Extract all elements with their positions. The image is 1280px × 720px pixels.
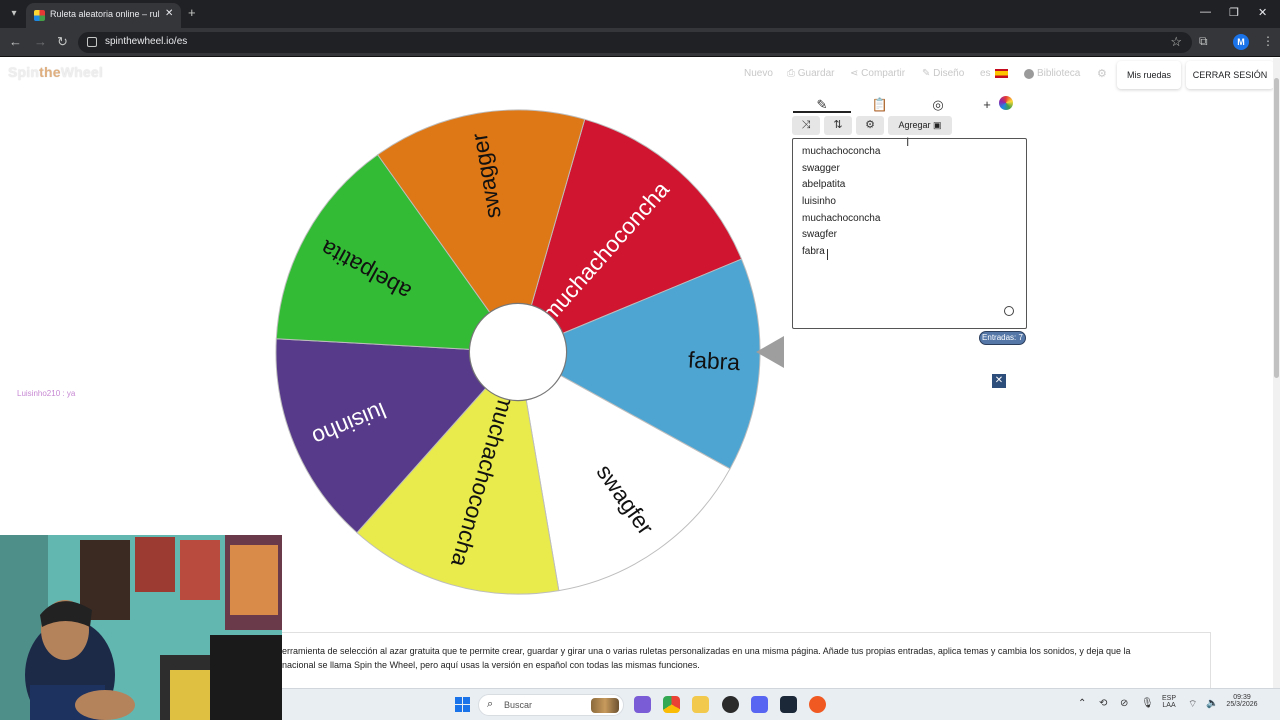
steam-icon[interactable] — [780, 696, 797, 713]
add-image-button[interactable]: Agregar ▣ — [888, 116, 952, 135]
nav-share[interactable]: ⋖ Compartir — [850, 68, 905, 79]
description-line-2: nacional se llama Spin the Wheel, pero a… — [282, 660, 700, 670]
tray-chevron-icon[interactable]: ⌃ — [1078, 698, 1086, 709]
reload-icon[interactable]: ↻ — [57, 34, 68, 50]
entry-line[interactable]: swagfer — [802, 229, 837, 240]
speaker-icon[interactable]: 🔈 — [1206, 698, 1218, 709]
entry-line[interactable]: muchachoconcha — [802, 146, 880, 157]
logo-text-wheel: Wheel — [60, 64, 103, 80]
nav-new[interactable]: Nuevo — [744, 68, 773, 79]
nav-design[interactable]: ✎ Diseño — [922, 68, 964, 79]
search-highlight-image — [591, 698, 619, 713]
my-wheels-button[interactable]: Mis ruedas — [1117, 61, 1181, 89]
forward-icon[interactable]: → — [34, 34, 47, 49]
site-logo[interactable]: SpintheWheel — [8, 64, 103, 80]
spin-wheel[interactable]: muchachoconchafabraswagfermuchachoconcha… — [270, 104, 766, 600]
nav-save[interactable]: ⎙ Guardar — [787, 68, 834, 79]
wifi-icon[interactable]: ⌔ — [1188, 698, 1197, 711]
browser-menu-icon[interactable]: ⋮ — [1262, 34, 1274, 48]
chrome-icon[interactable] — [663, 696, 680, 713]
nav-save-label: Guardar — [797, 68, 835, 79]
address-bar[interactable]: spinthewheel.io/es ☆ — [78, 32, 1192, 53]
ea-app-icon[interactable] — [809, 696, 826, 713]
browser-tab-bar: ▾ Ruleta aleatoria online – ruleta ✕ + —… — [0, 0, 1280, 28]
logo-text-spin: Spin — [8, 64, 40, 80]
logo-text-the: the — [39, 64, 61, 80]
nav-language[interactable]: es — [980, 68, 991, 79]
page-scrollbar[interactable] — [1273, 58, 1280, 688]
webcam-overlay — [0, 535, 282, 720]
browser-toolbar: ← → ↻ spinthewheel.io/es ☆ ⧉ M ⋮ — [0, 28, 1280, 57]
entry-line[interactable]: muchachoconcha — [802, 213, 880, 224]
close-x-icon[interactable]: ✕ — [992, 374, 1006, 388]
file-explorer-icon[interactable] — [692, 696, 709, 713]
sort-icon[interactable]: ⇅ — [824, 116, 852, 135]
clock[interactable]: 09:39 25/3/2026 — [1222, 694, 1262, 708]
stream-chat-message: Luisinho210 : ya — [17, 389, 76, 398]
shuffle-icon[interactable]: ⤨ — [792, 116, 820, 135]
wheel-pointer-icon — [756, 336, 784, 368]
site-favicon-icon — [34, 10, 45, 21]
clock-date: 25/3/2026 — [1226, 701, 1258, 708]
windows-start-icon[interactable] — [455, 697, 470, 712]
maximize-icon[interactable]: ❐ — [1229, 6, 1239, 19]
active-tab-indicator — [793, 111, 851, 113]
description-line-1: erramienta de selección al azar gratuita… — [282, 646, 1131, 656]
hide-eye-icon[interactable]: ◎ — [918, 95, 958, 117]
emoji-smiley-icon[interactable] — [1004, 306, 1014, 316]
clock-time: 09:39 — [1233, 694, 1251, 701]
back-icon[interactable]: ← — [9, 34, 22, 49]
discord-icon[interactable] — [751, 696, 768, 713]
wheel-center-hub — [468, 302, 568, 402]
entries-textarea[interactable]: muchachoconcha swagger abelpatita luisin… — [792, 138, 1027, 329]
language-code: ESP — [1162, 695, 1177, 702]
bookmark-star-icon[interactable]: ☆ — [1170, 34, 1182, 50]
logout-button[interactable]: CERRAR SESIÓN — [1186, 61, 1274, 89]
text-cursor-icon: I — [906, 135, 910, 149]
nav-design-label: Diseño — [933, 68, 965, 79]
tray-app-icon[interactable]: ⟲ — [1099, 698, 1107, 709]
settings-gear-icon[interactable]: ⚙ — [856, 116, 884, 135]
profile-avatar[interactable]: M — [1233, 34, 1249, 50]
close-tab-icon[interactable]: ✕ — [165, 8, 173, 19]
extensions-icon[interactable]: ⧉ — [1199, 34, 1208, 49]
tab-title: Ruleta aleatoria online – ruleta — [50, 9, 160, 19]
wheel-segment-label: fabra — [687, 346, 741, 375]
tab-search-icon[interactable]: ▾ — [6, 6, 22, 22]
library-globe-icon — [1024, 69, 1034, 79]
new-tab-icon[interactable]: + — [188, 5, 196, 20]
scrollbar-thumb[interactable] — [1274, 78, 1279, 378]
entry-line[interactable]: abelpatita — [802, 179, 845, 190]
entry-line[interactable]: luisinho — [802, 196, 836, 207]
window-close-icon[interactable]: ✕ — [1258, 6, 1267, 19]
url-text[interactable]: spinthewheel.io/es — [105, 36, 187, 47]
nav-library[interactable]: Biblioteca — [1037, 68, 1080, 79]
entries-count-badge: Entradas: 7 — [979, 331, 1026, 345]
browser-tab[interactable]: Ruleta aleatoria online – ruleta ✕ — [26, 3, 181, 28]
nav-share-label: Compartir — [861, 68, 906, 79]
entry-line[interactable]: swagger — [802, 163, 840, 174]
site-info-icon[interactable] — [87, 37, 97, 47]
keyboard-language[interactable]: ESP LAA — [1162, 695, 1176, 709]
clipboard-icon[interactable]: 📋 — [860, 95, 900, 117]
color-wheel-icon[interactable] — [999, 96, 1013, 110]
language-layout: LAA — [1162, 702, 1176, 709]
taskbar-search-placeholder: Buscar — [504, 700, 533, 710]
site-description: erramienta de selección al azar gratuita… — [281, 632, 1211, 688]
app-icon[interactable] — [722, 696, 739, 713]
tray-network-off-icon[interactable]: ⊘ — [1120, 698, 1128, 709]
entry-line[interactable]: fabra — [802, 246, 825, 257]
spain-flag-icon[interactable] — [995, 69, 1008, 78]
teams-icon[interactable] — [634, 696, 651, 713]
edit-pencil-icon[interactable]: ✎ — [802, 95, 842, 117]
search-icon: ⌕ — [487, 698, 494, 710]
taskbar-search[interactable]: ⌕ Buscar — [478, 694, 624, 716]
tray-mic-icon[interactable]: 🎙 — [1141, 698, 1154, 709]
settings-gear-icon[interactable]: ⚙ — [1097, 67, 1107, 80]
add-image-label: Agregar — [898, 120, 931, 130]
text-caret — [827, 249, 828, 260]
windows-taskbar: ⌕ Buscar ⌃ ⟲ ⊘ 🎙 ESP LAA ⌔ 🔈 09:39 25/3/20… — [282, 688, 1280, 720]
webcam-feed-image — [0, 535, 282, 720]
minimize-icon[interactable]: — — [1200, 6, 1211, 18]
